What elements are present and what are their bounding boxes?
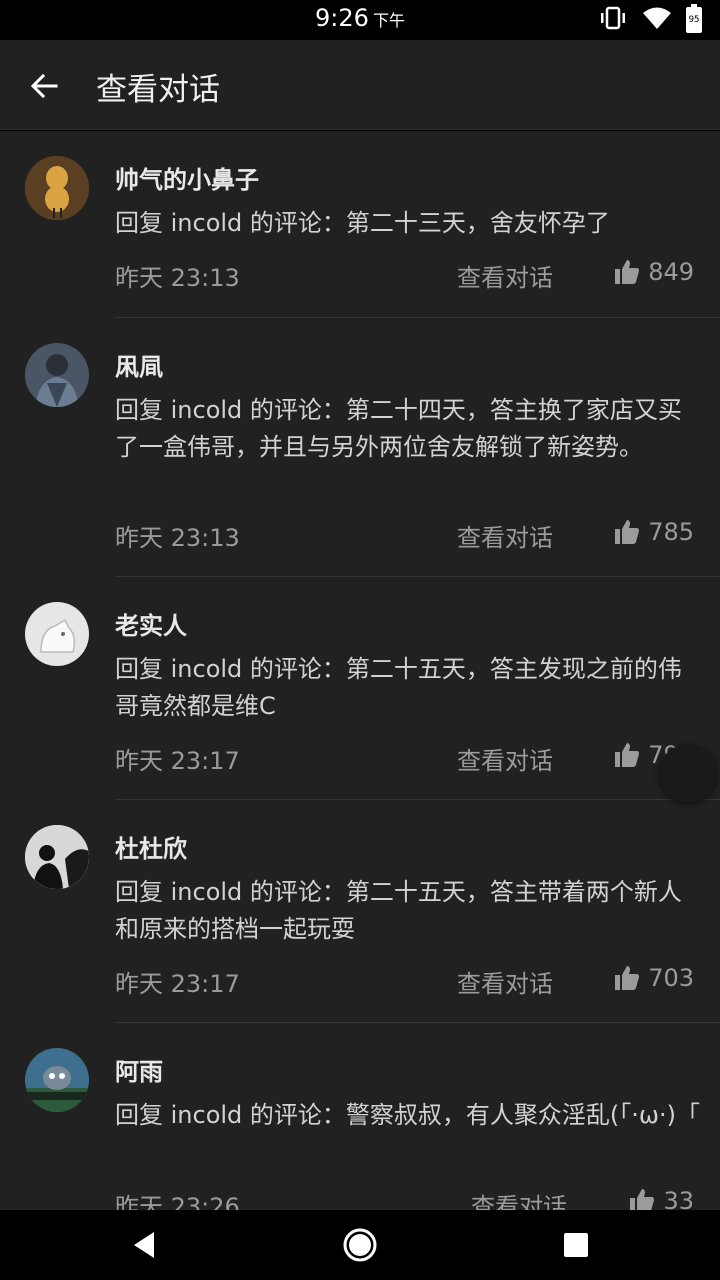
arrow-left-icon bbox=[30, 73, 58, 99]
like-count: 33 bbox=[663, 1187, 694, 1210]
battery-icon: 95 bbox=[686, 4, 702, 33]
like-count: 785 bbox=[648, 518, 694, 546]
status-icons: 95 bbox=[598, 4, 702, 34]
app-bar: 查看对话 bbox=[0, 40, 720, 130]
like-count: 703 bbox=[648, 964, 694, 992]
thumbs-up-icon bbox=[615, 520, 640, 544]
floating-action-button[interactable] bbox=[659, 744, 717, 802]
commenter-name[interactable]: 杜杜欣 bbox=[115, 829, 187, 864]
avatar[interactable] bbox=[25, 1048, 89, 1112]
comment-item: 凩凬 回复 incold 的评论：第二十四天，答主换了家店又买了一盒伟哥，并且与… bbox=[0, 318, 720, 576]
commenter-name[interactable]: 阿雨 bbox=[115, 1052, 163, 1087]
comment-time: 昨天 23:13 bbox=[115, 524, 240, 552]
comment-time: 昨天 23:26 bbox=[115, 1193, 240, 1210]
thumbs-up-icon bbox=[615, 743, 640, 767]
thumbs-up-icon bbox=[615, 260, 640, 284]
battery-level: 95 bbox=[688, 15, 700, 25]
avatar[interactable] bbox=[25, 602, 89, 666]
comment-item: 帅气的小鼻子 回复 incold 的评论：第二十三天，舍友怀孕了 昨天 23:1… bbox=[0, 131, 720, 317]
view-conversation-link[interactable]: 查看对话 bbox=[457, 258, 553, 293]
comment-item: 老实人 回复 incold 的评论：第二十五天，答主发现之前的伟哥竟然都是维C … bbox=[0, 577, 720, 799]
page-title: 查看对话 bbox=[96, 72, 220, 108]
nav-home-button[interactable] bbox=[340, 1225, 380, 1265]
wifi-icon bbox=[642, 6, 672, 34]
square-recents-icon bbox=[564, 1233, 588, 1257]
clock-ampm: 下午 bbox=[372, 11, 405, 30]
avatar[interactable] bbox=[25, 343, 89, 407]
comment-text: 回复 incold 的评论：第二十五天，答主发现之前的伟哥竟然都是维C bbox=[115, 655, 682, 720]
comment-item: 阿雨 回复 incold 的评论：警察叔叔，有人聚众淫乱(「·ω·)「 昨天 2… bbox=[0, 1023, 720, 1210]
view-conversation-link[interactable]: 查看对话 bbox=[471, 1187, 567, 1210]
comment-text: 回复 incold 的评论：第二十五天，答主带着两个新人和原来的搭档一起玩耍 bbox=[115, 878, 682, 943]
thumbs-up-icon bbox=[615, 966, 640, 990]
system-navigation-bar bbox=[0, 1210, 720, 1280]
like-button[interactable]: 849 bbox=[614, 258, 694, 286]
circle-home-icon bbox=[343, 1228, 377, 1262]
comment-item: 杜杜欣 回复 incold 的评论：第二十五天，答主带着两个新人和原来的搭档一起… bbox=[0, 800, 720, 1022]
like-button[interactable]: 33 bbox=[629, 1187, 694, 1210]
view-conversation-link[interactable]: 查看对话 bbox=[457, 741, 553, 776]
comment-time: 昨天 23:17 bbox=[115, 747, 240, 775]
like-button[interactable]: 703 bbox=[614, 964, 694, 992]
view-conversation-link[interactable]: 查看对话 bbox=[457, 518, 553, 553]
avatar[interactable] bbox=[25, 156, 89, 220]
comment-list[interactable]: 帅气的小鼻子 回复 incold 的评论：第二十三天，舍友怀孕了 昨天 23:1… bbox=[0, 131, 720, 1210]
status-bar: 9:26 下午 95 bbox=[0, 0, 720, 40]
comment-time: 昨天 23:13 bbox=[115, 264, 240, 292]
like-button[interactable]: 785 bbox=[614, 518, 694, 546]
back-button[interactable] bbox=[20, 62, 68, 110]
nav-recents-button[interactable] bbox=[556, 1225, 596, 1265]
comment-time: 昨天 23:17 bbox=[115, 970, 240, 998]
commenter-name[interactable]: 凩凬 bbox=[115, 347, 163, 382]
commenter-name[interactable]: 老实人 bbox=[115, 606, 187, 641]
thumbs-up-icon bbox=[630, 1189, 655, 1210]
vibrate-icon bbox=[598, 6, 628, 34]
like-count: 849 bbox=[648, 258, 694, 286]
triangle-back-icon bbox=[134, 1232, 154, 1258]
clock-time: 9:26 bbox=[315, 4, 369, 32]
comment-text: 回复 incold 的评论：警察叔叔，有人聚众淫乱(「·ω·)「 bbox=[115, 1101, 700, 1129]
comment-text: 回复 incold 的评论：第二十三天，舍友怀孕了 bbox=[115, 209, 610, 237]
nav-back-button[interactable] bbox=[124, 1225, 164, 1265]
view-conversation-link[interactable]: 查看对话 bbox=[457, 964, 553, 999]
comment-text: 回复 incold 的评论：第二十四天，答主换了家店又买了一盒伟哥，并且与另外两… bbox=[115, 396, 682, 461]
avatar[interactable] bbox=[25, 825, 89, 889]
commenter-name[interactable]: 帅气的小鼻子 bbox=[115, 160, 259, 195]
